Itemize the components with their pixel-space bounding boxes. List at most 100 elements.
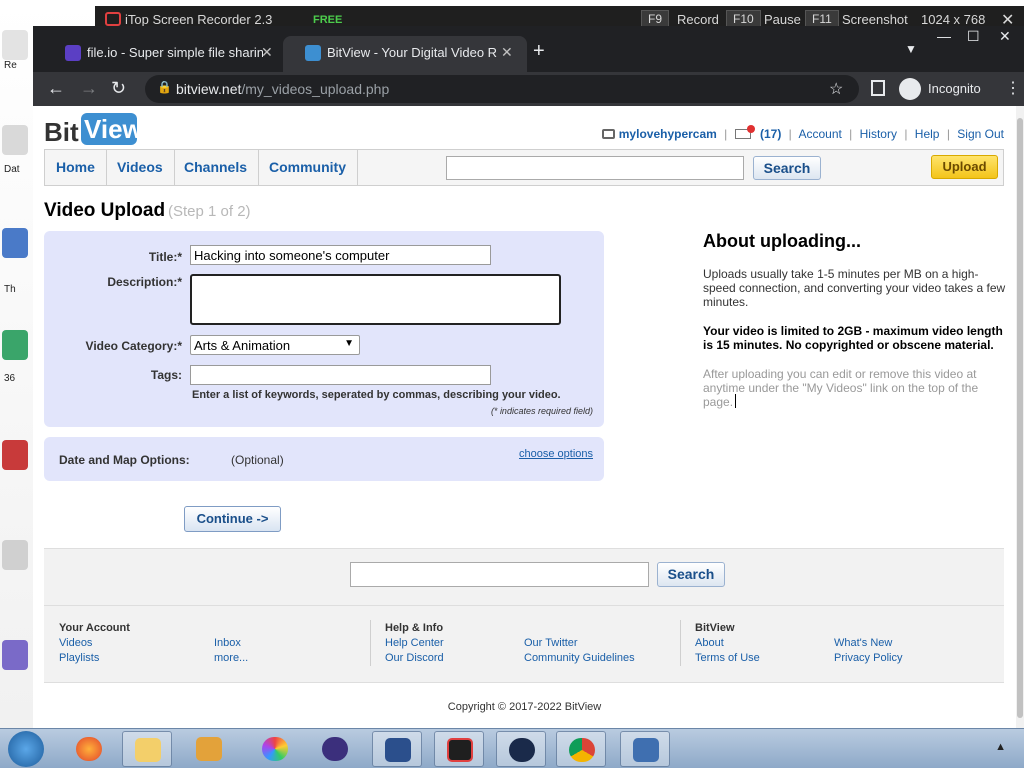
footer-link-terms[interactable]: Terms of Use	[695, 652, 760, 664]
continue-button[interactable]: Continue ->	[184, 506, 281, 532]
footer-link-privacy[interactable]: Privacy Policy	[834, 652, 902, 664]
close-tab-icon[interactable]: ✕	[261, 44, 273, 61]
desktop-icon[interactable]	[2, 228, 28, 258]
nav-home[interactable]: Home	[45, 150, 107, 185]
back-icon[interactable]: ←	[47, 78, 65, 99]
maximize-icon[interactable]: ☐	[967, 28, 980, 45]
desktop-icon[interactable]	[2, 330, 28, 360]
start-button[interactable]	[8, 731, 44, 767]
incognito-indicator[interactable]: Incognito	[899, 77, 993, 101]
title-input[interactable]: Hacking into someone's computer	[190, 245, 491, 265]
footer-link-discord[interactable]: Our Discord	[385, 652, 444, 664]
desktop-icon[interactable]	[2, 125, 28, 155]
footer-link-twitter[interactable]: Our Twitter	[524, 637, 578, 649]
about-uploading: About uploading... Uploads usually take …	[703, 231, 1008, 424]
spaces-icon[interactable]	[310, 731, 360, 767]
desktop-icon-label: Th	[4, 284, 16, 295]
footer-link-videos[interactable]: Videos	[59, 637, 92, 649]
nav-videos[interactable]: Videos	[106, 150, 175, 185]
record-button[interactable]: Record	[677, 12, 719, 27]
pinwheel-icon	[262, 737, 288, 761]
desktop-icon[interactable]	[2, 440, 28, 470]
footer-link-more[interactable]: more...	[214, 652, 248, 664]
choose-options-link[interactable]: choose options	[519, 448, 593, 460]
description-label: Description:*	[107, 275, 182, 289]
category-label: Video Category:*	[85, 339, 182, 353]
media-icon	[196, 737, 222, 761]
close-tab-icon[interactable]: ✕	[501, 44, 513, 61]
address-bar[interactable]: 🔒 bitview.net/my_videos_upload.php ☆	[145, 75, 859, 103]
desktop-icon[interactable]	[2, 640, 28, 670]
search-button[interactable]: Search	[753, 156, 821, 180]
about-limits: Your video is limited to 2GB - maximum v…	[703, 324, 1003, 352]
chrome-icon[interactable]	[556, 731, 606, 767]
new-tab-button[interactable]: +	[533, 40, 545, 63]
username-link[interactable]: mylovehypercam	[619, 127, 717, 141]
mail-icon[interactable]	[734, 125, 755, 139]
grid-app-icon	[322, 737, 348, 761]
account-link[interactable]: Account	[798, 127, 841, 141]
screen-capture-icon[interactable]	[372, 731, 422, 767]
tab-search-icon[interactable]: ▼	[905, 42, 917, 56]
photos-icon[interactable]	[250, 731, 300, 767]
remote-desktop-icon[interactable]	[620, 731, 670, 767]
reload-icon[interactable]: ↻	[111, 78, 126, 99]
tab-bitview[interactable]: BitView - Your Digital Video Repo ✕	[283, 36, 527, 72]
bookmark-star-icon[interactable]: ☆	[829, 79, 843, 99]
footer-search-input[interactable]	[350, 562, 649, 587]
tray-arrow-icon[interactable]: ▲	[995, 741, 1006, 753]
tags-input[interactable]	[190, 365, 491, 385]
scrollbar-thumb[interactable]	[1017, 118, 1023, 718]
category-value: Arts & Animation	[194, 338, 291, 353]
history-link[interactable]: History	[860, 127, 897, 141]
minimize-icon[interactable]: —	[937, 28, 951, 44]
desktop-icon[interactable]	[2, 30, 28, 60]
help-link[interactable]: Help	[915, 127, 940, 141]
lock-icon[interactable]: 🔒	[157, 80, 172, 94]
firefox-icon[interactable]	[64, 731, 114, 767]
screenshot-button[interactable]: Screenshot	[842, 12, 908, 27]
tab-fileio[interactable]: file.io - Super simple file sharing ✕	[43, 36, 283, 72]
footer-link-guidelines[interactable]: Community Guidelines	[524, 652, 635, 664]
cloud-app-icon[interactable]	[496, 731, 546, 767]
desktop-icon[interactable]	[2, 540, 28, 570]
pause-button[interactable]: Pause	[764, 12, 801, 27]
media-player-icon[interactable]	[184, 731, 234, 767]
footer-divider	[44, 682, 1004, 683]
footer-link-help-center[interactable]: Help Center	[385, 637, 444, 649]
logo-view: View	[81, 113, 143, 145]
nav-community[interactable]: Community	[258, 150, 358, 185]
browser-menu-icon[interactable]: ⋮	[1005, 78, 1021, 98]
window-close-icon[interactable]: ✕	[999, 28, 1011, 45]
about-paragraph: Uploads usually take 1-5 minutes per MB …	[703, 267, 1006, 309]
url-text[interactable]: bitview.net/my_videos_upload.php	[176, 81, 389, 97]
upload-button[interactable]: Upload	[931, 155, 998, 179]
footer-link-about[interactable]: About	[695, 637, 724, 649]
tab-strip: file.io - Super simple file sharing ✕ Bi…	[33, 26, 1024, 72]
separator: |	[724, 127, 728, 141]
footer-divider	[370, 620, 371, 666]
tab-title: BitView - Your Digital Video Repo	[327, 45, 497, 60]
footer-divider	[680, 620, 681, 666]
footer-heading-help: Help & Info	[385, 622, 444, 634]
nav-channels[interactable]: Channels	[173, 150, 260, 185]
footer: Search Your Account Videos Playlists Inb…	[44, 548, 1004, 682]
screen-recorder-icon[interactable]	[434, 731, 484, 767]
footer-link-whats-new[interactable]: What's New	[834, 637, 892, 649]
forward-icon[interactable]: →	[80, 78, 98, 99]
footer-link-inbox[interactable]: Inbox	[214, 637, 241, 649]
text-cursor-icon	[735, 394, 736, 408]
tv-icon	[601, 129, 615, 139]
category-select[interactable]: Arts & Animation ▼	[190, 335, 360, 355]
footer-link-playlists[interactable]: Playlists	[59, 652, 99, 664]
footer-search-button[interactable]: Search	[657, 562, 725, 587]
search-input[interactable]	[446, 156, 744, 180]
date-map-options: Date and Map Options: (Optional) choose …	[44, 437, 604, 481]
description-textarea[interactable]	[190, 274, 561, 325]
side-panel-icon[interactable]	[871, 80, 885, 96]
sign-out-link[interactable]: Sign Out	[957, 127, 1004, 141]
recorder-title: iTop Screen Recorder 2.3	[125, 12, 273, 27]
monitor-icon	[633, 738, 659, 762]
file-explorer-icon[interactable]	[122, 731, 172, 767]
inbox-count[interactable]: (17)	[760, 127, 781, 141]
